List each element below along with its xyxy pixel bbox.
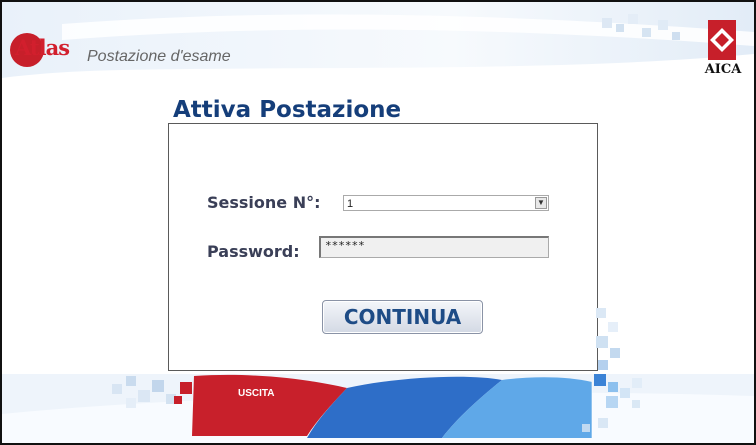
password-label: Password:	[207, 242, 300, 261]
app-window: Atlas Postazione d'esame AICA Attiva Pos…	[0, 0, 756, 445]
app-subtitle: Postazione d'esame	[87, 48, 231, 65]
footer-band	[2, 374, 754, 443]
password-field[interactable]: ******	[319, 236, 549, 258]
continue-button[interactable]: CONTINUA	[322, 300, 483, 334]
session-select[interactable]: 1 ▼	[343, 195, 549, 211]
atlas-logo: Atlas	[15, 35, 70, 60]
chevron-down-icon[interactable]: ▼	[535, 197, 547, 209]
aica-brand-text: AICA	[704, 62, 742, 77]
session-select-value: 1	[347, 198, 354, 210]
header-band	[2, 2, 754, 92]
session-label: Sessione N°:	[207, 193, 321, 212]
exit-button[interactable]: USCITA	[238, 388, 274, 399]
decor-squares	[596, 308, 620, 370]
page-title: Attiva Postazione	[173, 97, 402, 123]
